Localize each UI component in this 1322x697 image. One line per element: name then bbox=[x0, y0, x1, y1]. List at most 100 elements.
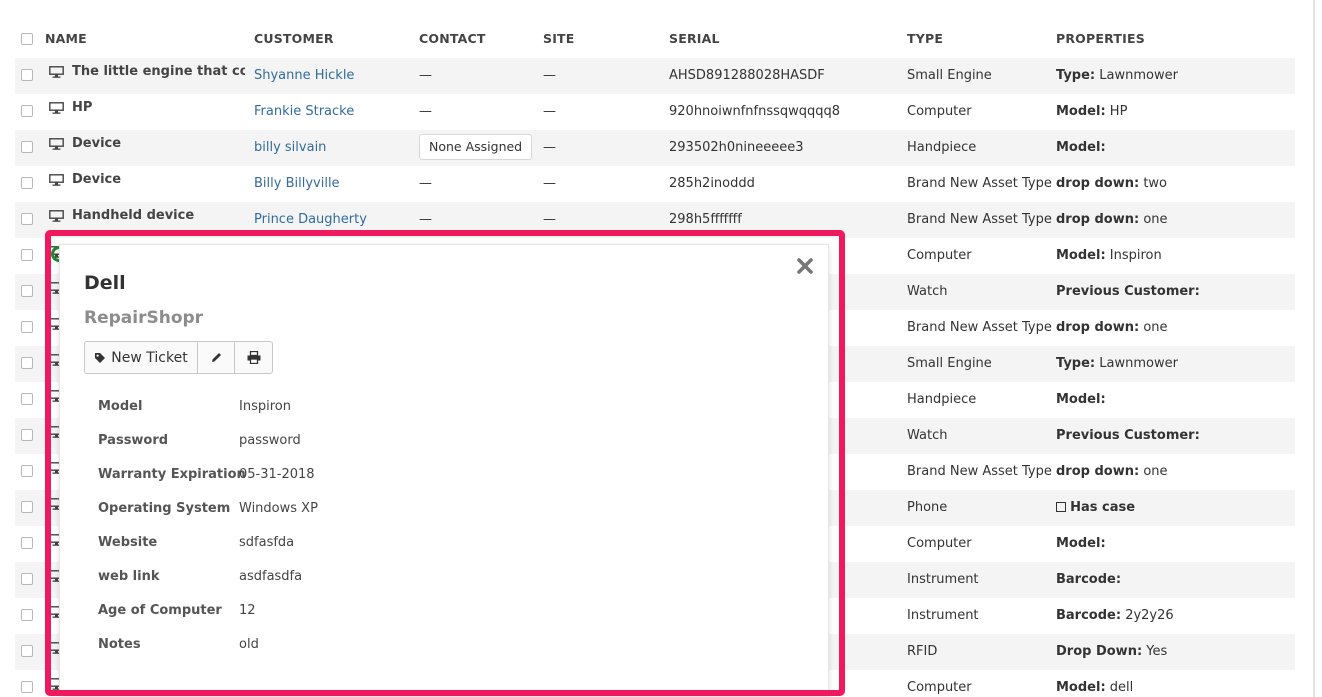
select-all-checkbox[interactable] bbox=[21, 32, 33, 45]
column-header-customer[interactable]: CUSTOMER bbox=[254, 20, 414, 58]
highlight-frame bbox=[45, 230, 845, 696]
customer-link[interactable]: Shyanne Hickle bbox=[254, 68, 354, 83]
properties-cell: drop down: two bbox=[1056, 166, 1295, 202]
property-value: 2y2y26 bbox=[1121, 608, 1174, 623]
row-checkbox[interactable] bbox=[21, 356, 33, 369]
serial-cell: 285h2inoddd bbox=[669, 176, 755, 191]
property-value: two bbox=[1139, 176, 1168, 191]
site-cell: — bbox=[543, 68, 556, 83]
row-checkbox[interactable] bbox=[21, 176, 33, 189]
property-value: one bbox=[1139, 212, 1168, 227]
customer-cell: Billy Billyville bbox=[254, 166, 414, 202]
property-value: dell bbox=[1105, 680, 1134, 695]
monitor-icon bbox=[49, 65, 64, 78]
type-cell: Brand New Asset Type bbox=[907, 176, 1052, 191]
type-cell: Computer bbox=[907, 536, 972, 551]
property-value: Yes bbox=[1142, 644, 1168, 659]
property-value: HP bbox=[1105, 104, 1128, 119]
property-label: Previous Customer: bbox=[1056, 428, 1200, 443]
contact-badge[interactable]: None Assigned bbox=[419, 134, 533, 160]
name-cell: HP bbox=[45, 94, 245, 130]
column-header-serial[interactable]: SERIAL bbox=[669, 20, 899, 58]
monitor-icon bbox=[49, 209, 64, 222]
type-cell: Handpiece bbox=[907, 140, 977, 155]
type-cell: Brand New Asset Type bbox=[907, 464, 1052, 479]
properties-cell: Previous Customer: bbox=[1056, 274, 1295, 310]
name-cell: Device bbox=[45, 130, 245, 166]
asset-name[interactable]: The little engine that could bbox=[72, 64, 245, 79]
row-select-cell bbox=[21, 598, 35, 634]
row-checkbox[interactable] bbox=[21, 680, 33, 693]
row-checkbox[interactable] bbox=[21, 644, 33, 657]
customer-link[interactable]: Billy Billyville bbox=[254, 176, 340, 191]
row-select-cell bbox=[21, 58, 35, 94]
property-label: Drop Down: bbox=[1056, 644, 1143, 659]
customer-link[interactable]: Prince Daugherty bbox=[254, 212, 367, 227]
site-cell: — bbox=[543, 140, 556, 155]
property-label: drop down: bbox=[1056, 176, 1140, 191]
row-select-cell bbox=[21, 346, 35, 382]
type-cell: Instrument bbox=[907, 608, 979, 623]
row-select-cell bbox=[21, 526, 35, 562]
properties-cell: drop down: one bbox=[1056, 454, 1295, 490]
property-label: Previous Customer: bbox=[1056, 284, 1200, 299]
asset-name[interactable]: HP bbox=[72, 100, 92, 115]
properties-cell: Previous Customer: bbox=[1056, 418, 1295, 454]
properties-cell: Model: dell bbox=[1056, 670, 1295, 697]
asset-name[interactable]: Handheld device bbox=[72, 208, 194, 223]
property-label: Model: bbox=[1056, 104, 1106, 119]
asset-name[interactable]: Device bbox=[72, 172, 121, 187]
customer-link[interactable]: billy silvain bbox=[254, 140, 326, 155]
properties-cell: drop down: one bbox=[1056, 310, 1295, 346]
row-checkbox[interactable] bbox=[21, 320, 33, 333]
asset-name[interactable]: Device bbox=[72, 136, 121, 151]
type-cell: Handpiece bbox=[907, 392, 977, 407]
row-select-cell bbox=[21, 94, 35, 130]
row-select-cell bbox=[21, 382, 35, 418]
properties-cell: Model: bbox=[1056, 130, 1295, 166]
property-value: Lawnmower bbox=[1095, 356, 1178, 371]
column-header-type[interactable]: TYPE bbox=[907, 20, 1052, 58]
row-select-cell bbox=[21, 454, 35, 490]
properties-cell: Type: Lawnmower bbox=[1056, 58, 1295, 94]
row-checkbox[interactable] bbox=[21, 536, 33, 549]
table-row[interactable]: Device billy silvain None Assigned — 293502h… bbox=[15, 130, 1295, 166]
property-label: Model: bbox=[1056, 140, 1106, 155]
property-label: Model: bbox=[1056, 680, 1106, 695]
row-checkbox[interactable] bbox=[21, 284, 33, 297]
row-checkbox[interactable] bbox=[21, 500, 33, 513]
row-checkbox[interactable] bbox=[21, 608, 33, 621]
type-cell: Computer bbox=[907, 248, 972, 263]
table-row[interactable]: The little engine that could Shyanne Hick… bbox=[15, 58, 1295, 94]
column-header-properties[interactable]: PROPERTIES bbox=[1056, 20, 1295, 58]
table-row[interactable]: Device Billy Billyville — — 285h2inoddd Brand… bbox=[15, 166, 1295, 202]
right-edge-divider bbox=[1313, 0, 1315, 697]
property-label: drop down: bbox=[1056, 464, 1140, 479]
row-checkbox[interactable] bbox=[21, 428, 33, 441]
row-checkbox[interactable] bbox=[21, 68, 33, 81]
column-header-site[interactable]: SITE bbox=[543, 20, 653, 58]
row-checkbox[interactable] bbox=[21, 572, 33, 585]
contact-cell: — bbox=[419, 68, 432, 83]
row-checkbox[interactable] bbox=[21, 140, 33, 153]
property-label: Model: bbox=[1056, 536, 1106, 551]
name-cell: Device bbox=[45, 166, 245, 202]
properties-cell: Model: Inspiron bbox=[1056, 238, 1295, 274]
property-label: Model: bbox=[1056, 248, 1106, 263]
properties-cell: Model: bbox=[1056, 526, 1295, 562]
customer-link[interactable]: Frankie Stracke bbox=[254, 104, 354, 119]
monitor-icon bbox=[49, 137, 64, 150]
customer-cell: billy silvain bbox=[254, 130, 414, 166]
row-checkbox[interactable] bbox=[21, 464, 33, 477]
column-header-contact[interactable]: CONTACT bbox=[419, 20, 539, 58]
serial-cell: 920hnoiwnfnfnssqwqqqq8 bbox=[669, 104, 841, 119]
monitor-icon bbox=[49, 101, 64, 114]
column-header-name[interactable]: NAME bbox=[45, 20, 245, 58]
row-checkbox[interactable] bbox=[21, 104, 33, 117]
row-checkbox[interactable] bbox=[21, 248, 33, 261]
table-row[interactable]: HP Frankie Stracke — — 920hnoiwnfnfnssqwqqqq… bbox=[15, 94, 1295, 130]
row-select-cell bbox=[21, 166, 35, 202]
row-select-cell bbox=[21, 202, 35, 238]
row-checkbox[interactable] bbox=[21, 392, 33, 405]
row-checkbox[interactable] bbox=[21, 212, 33, 225]
